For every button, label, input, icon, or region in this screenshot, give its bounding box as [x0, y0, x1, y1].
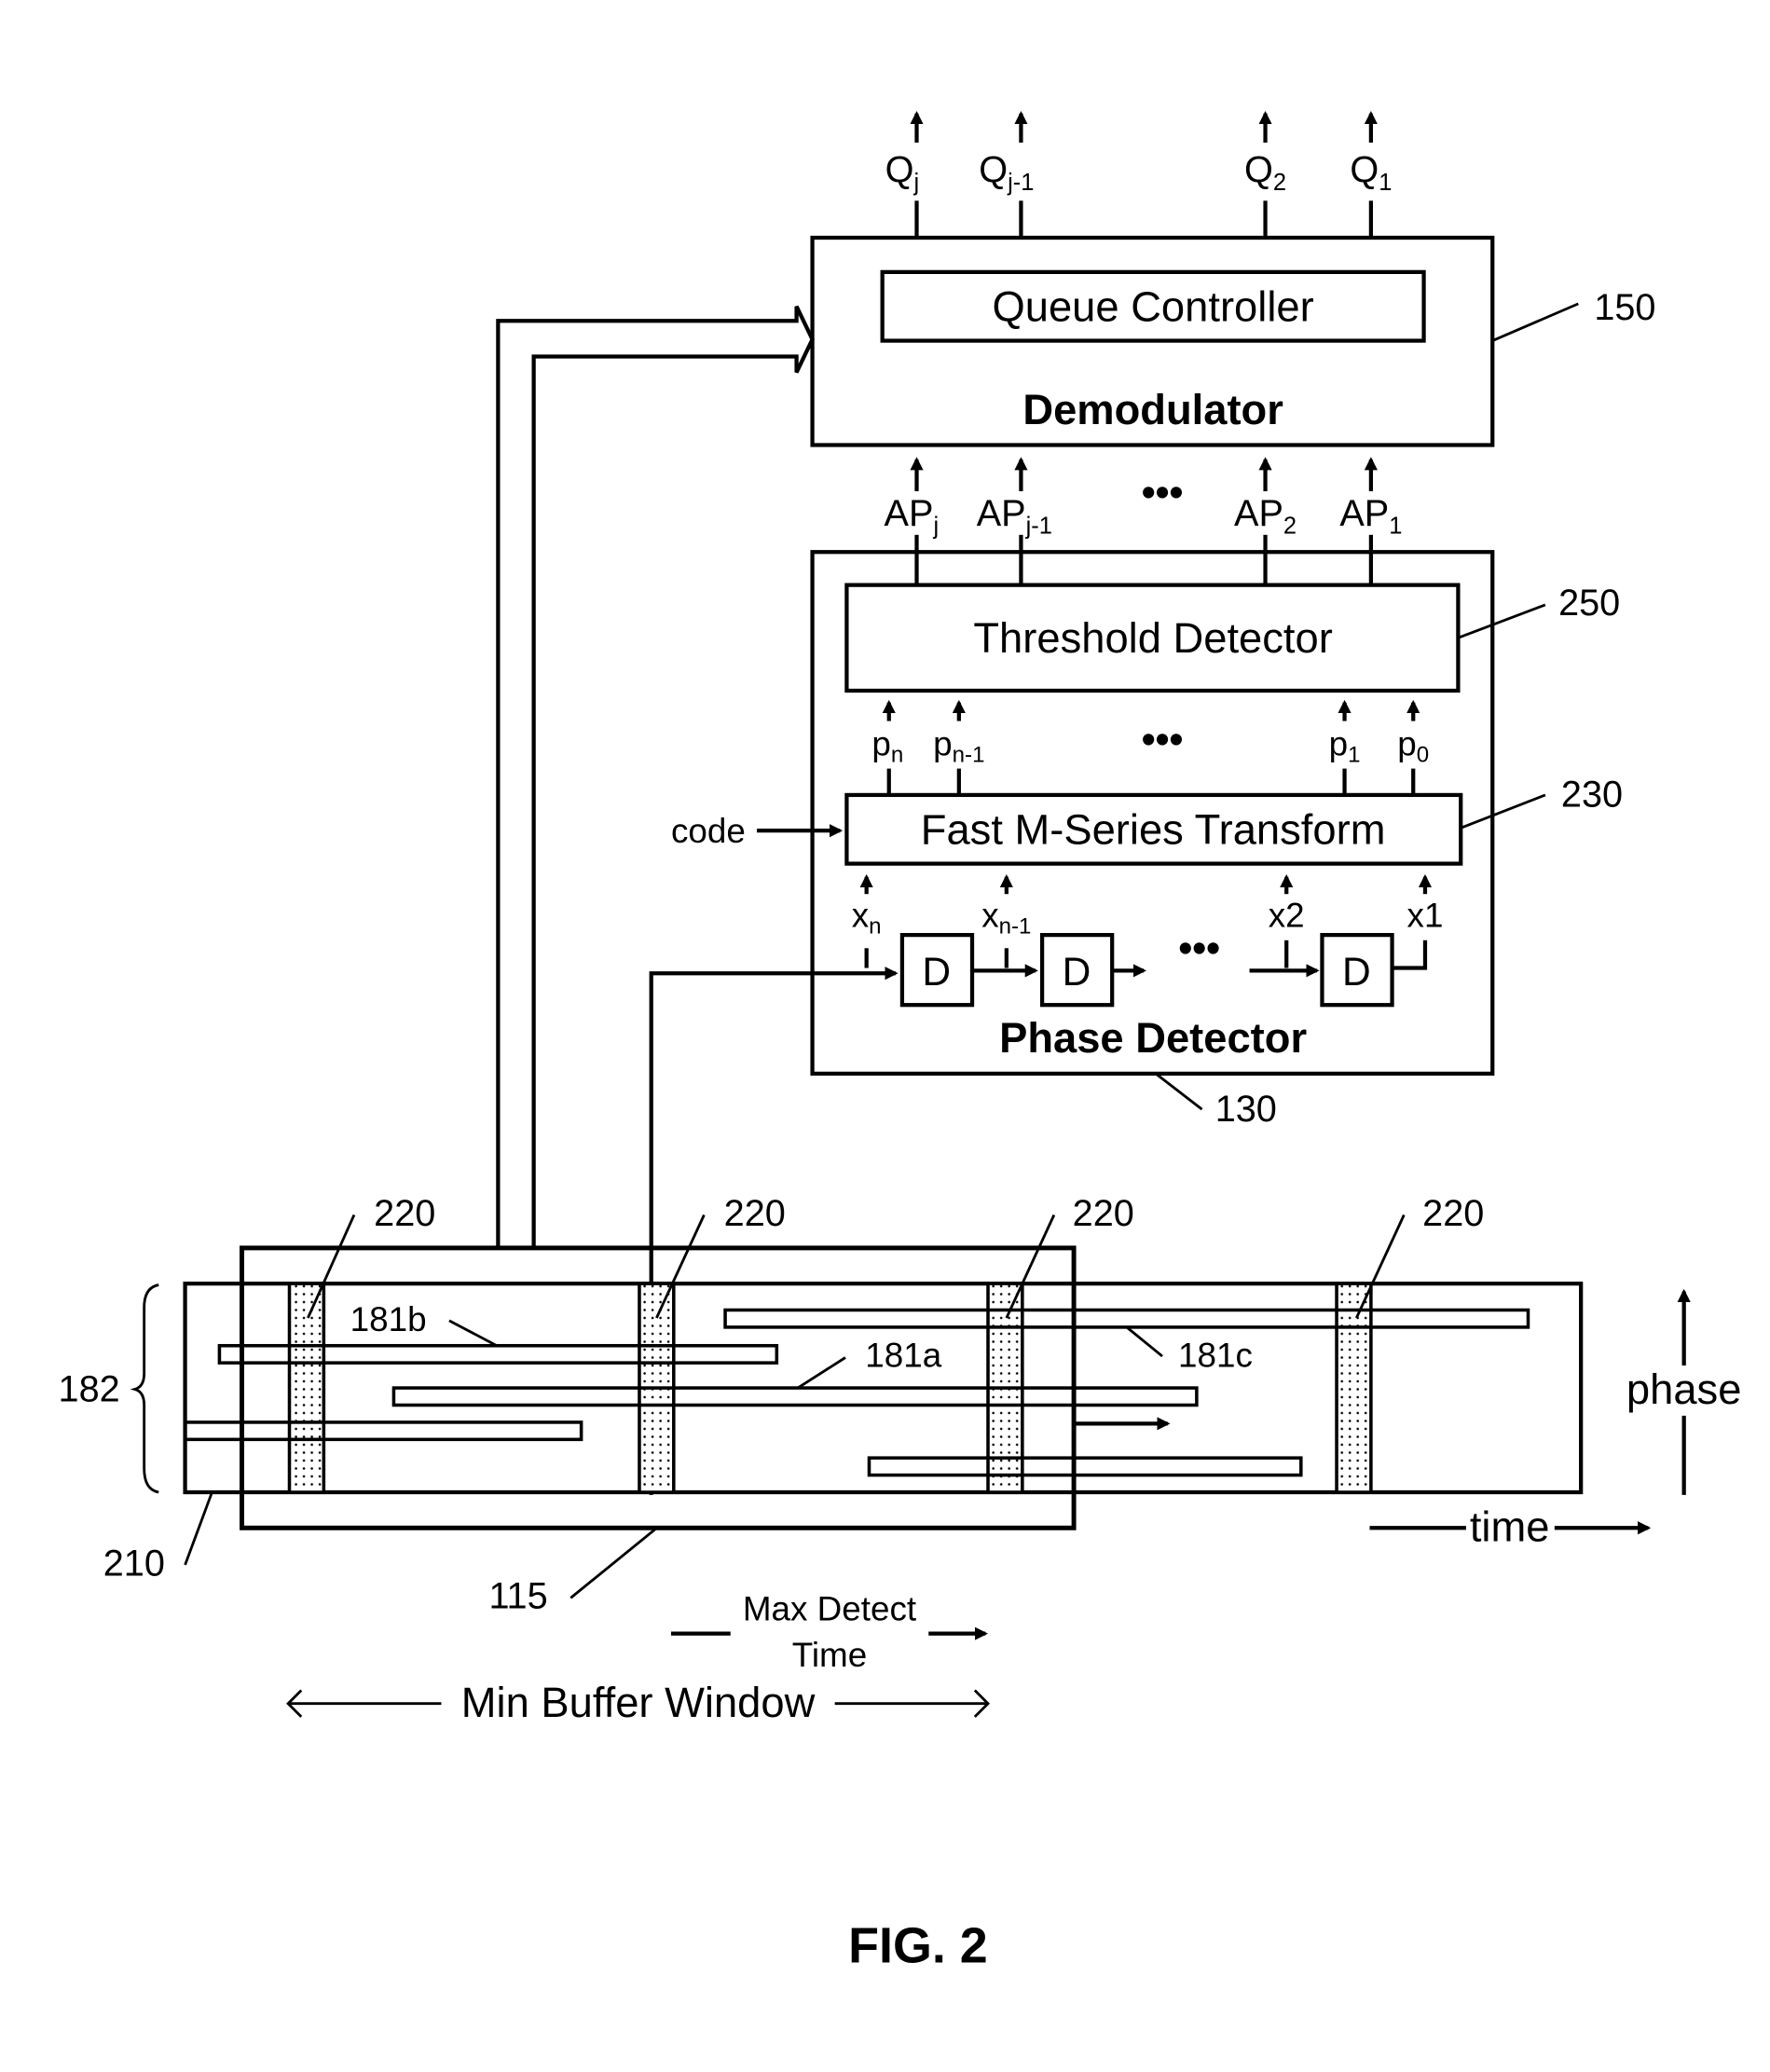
- ap-label: APj-1: [977, 493, 1052, 540]
- threshold-detector-label: Threshold Detector: [973, 614, 1332, 662]
- x-label: x2: [1269, 897, 1305, 935]
- ref-181c: 181c: [1178, 1336, 1253, 1374]
- ref-115: 115: [488, 1576, 547, 1617]
- ap-input-j: APj: [885, 457, 940, 553]
- ap-inputs: APj APj-1 ••• AP2 AP1: [885, 457, 1402, 553]
- detection-slot: [287, 1282, 326, 1494]
- delay-ellipsis: •••: [1178, 926, 1220, 970]
- q-output-2: Q2: [1244, 111, 1286, 239]
- ap-ellipsis: •••: [1142, 472, 1184, 515]
- phase-detector-title: Phase Detector: [999, 1014, 1307, 1062]
- ref-130: 130: [1215, 1089, 1277, 1130]
- band-brace: [130, 1283, 159, 1494]
- ref-210: 210: [103, 1543, 165, 1584]
- ap-label: AP1: [1339, 493, 1402, 540]
- delay-label: D: [1342, 951, 1371, 995]
- figure-caption: FIG. 2: [848, 1917, 988, 1973]
- q-outputs: Qj Qj-1 Q2 Q1: [885, 111, 1392, 239]
- phase-axis-label: phase: [1626, 1365, 1742, 1413]
- code-input-label: code: [671, 812, 746, 850]
- ref-220: 220: [1073, 1193, 1134, 1234]
- ref-182: 182: [59, 1368, 120, 1409]
- ref-150-leader: [1491, 302, 1579, 342]
- q-label: Q1: [1350, 150, 1392, 197]
- demodulator-title: Demodulator: [1022, 386, 1283, 433]
- q-label: Qj: [885, 150, 920, 197]
- q-output-j: Qj: [885, 111, 924, 239]
- x-label: x1: [1407, 897, 1444, 935]
- ap-input-1: AP1: [1339, 457, 1402, 553]
- ap-input-j-1: APj-1: [977, 457, 1052, 553]
- delay-label: D: [1063, 951, 1091, 995]
- max-detect-label-1: Max Detect: [743, 1589, 916, 1627]
- ref-220: 220: [1422, 1193, 1484, 1234]
- detection-slot: [1335, 1282, 1373, 1494]
- ref-130-leader: [1155, 1072, 1203, 1111]
- delay-label: D: [922, 951, 951, 995]
- ap-label: APj: [885, 493, 940, 540]
- ref-250: 250: [1558, 583, 1620, 624]
- ref-220: 220: [374, 1193, 435, 1234]
- ap-label: AP2: [1234, 493, 1297, 540]
- ref-150: 150: [1594, 287, 1655, 328]
- min-buffer-window-label: Min Buffer Window: [461, 1679, 816, 1726]
- ap-input-2: AP2: [1234, 457, 1297, 553]
- buffer-diagram: 220 220 220 220 181b 181a 181c 182 210 1…: [59, 1193, 1742, 1726]
- ref-181a: 181a: [865, 1336, 941, 1374]
- q-output-j-1: Qj-1: [979, 111, 1034, 239]
- ref-230: 230: [1561, 775, 1623, 816]
- q-label: Q2: [1244, 150, 1286, 197]
- fig2-diagram: Queue Controller Demodulator 150 Qj Qj-1…: [59, 111, 1742, 1973]
- p-ellipsis: •••: [1142, 719, 1184, 762]
- max-detect-label-2: Time: [792, 1636, 867, 1674]
- ref-115-leader: [569, 1528, 656, 1599]
- ref-181b: 181b: [350, 1300, 427, 1338]
- ref-210-leader: [184, 1492, 213, 1566]
- q-label: Qj-1: [979, 150, 1034, 197]
- q-output-1: Q1: [1350, 111, 1392, 239]
- time-axis-label: time: [1470, 1503, 1550, 1550]
- fast-m-series-transform-label: Fast M-Series Transform: [921, 805, 1386, 853]
- ref-220: 220: [724, 1193, 786, 1234]
- queue-controller-label: Queue Controller: [993, 282, 1314, 330]
- buffer-to-demodulator-arrow: [496, 305, 815, 1248]
